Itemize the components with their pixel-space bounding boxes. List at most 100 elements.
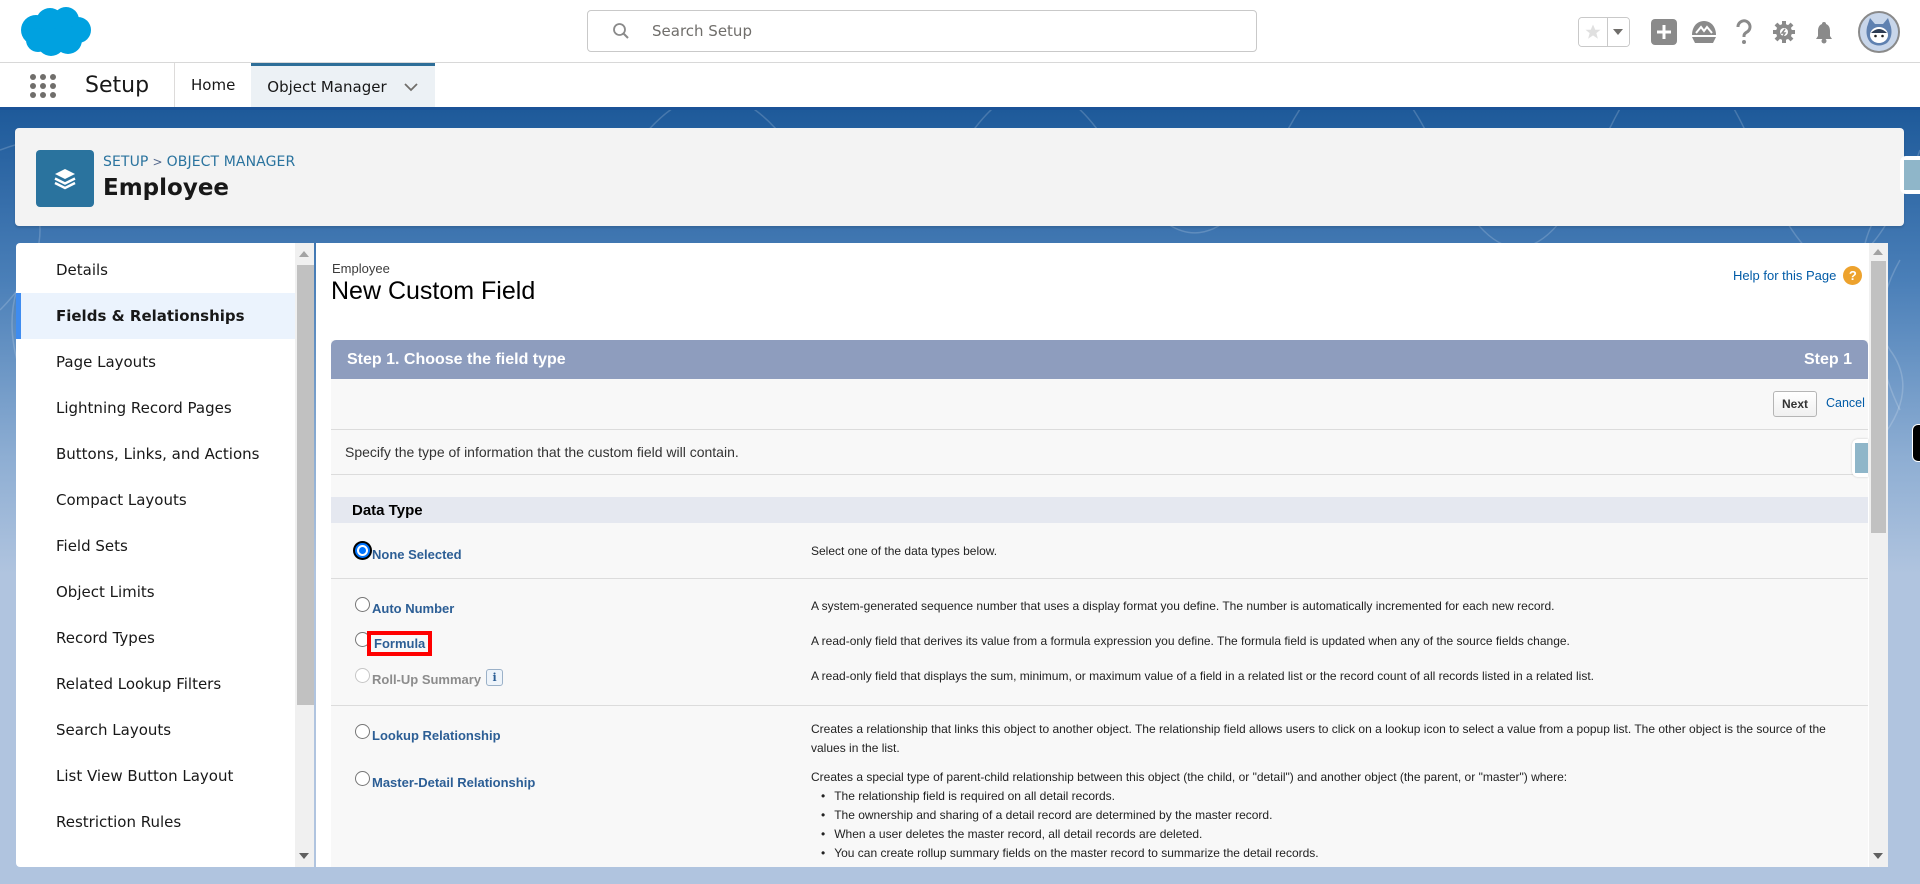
context-nav: Setup Home Object Manager [0,63,1920,110]
sidebar-item-fields-relationships[interactable]: Fields & Relationships [16,293,295,339]
cancel-link[interactable]: Cancel [1826,396,1865,410]
option-description: Creates a special type of parent-child r… [811,768,1841,863]
sidebar-scrollbar[interactable] [295,243,314,867]
scroll-down-arrow-icon[interactable] [1873,853,1883,859]
side-panel-toggle[interactable] [1852,439,1868,477]
global-header [0,0,1920,63]
object-title: Employee [103,175,230,201]
sidebar-item-compact-layouts[interactable]: Compact Layouts [16,477,295,523]
sidebar-item-page-layouts[interactable]: Page Layouts [16,339,295,385]
breadcrumb-separator: > [152,155,163,169]
global-actions-plus-icon[interactable] [1650,18,1678,46]
sidebar-scrollbar-thumb[interactable] [297,265,314,705]
main-scrollbar[interactable] [1869,243,1888,867]
sidebar-item-label: Restriction Rules [56,813,182,831]
master-detail-description: Creates a special type of parent-child r… [811,770,1568,784]
option-lookup-relationship[interactable]: Lookup Relationship [355,724,501,743]
sidebar-item-label: Field Sets [56,537,128,555]
next-button[interactable]: Next [1773,391,1817,417]
radio-lookup-relationship[interactable] [355,724,370,739]
step-header: Step 1. Choose the field type Step 1 [331,340,1868,379]
sidebar-item-record-types[interactable]: Record Types [16,615,295,661]
option-label[interactable]: Auto Number [372,601,454,616]
sidebar-item-label: Search Layouts [56,721,172,739]
trailhead-icon[interactable] [1690,18,1718,46]
divider [331,705,1868,706]
sidebar-item-label: Page Layouts [56,353,156,371]
notifications-bell-icon[interactable] [1810,18,1838,46]
option-roll-up-summary[interactable]: Roll-Up Summary i [355,667,504,687]
favorites-star-icon[interactable] [1579,18,1608,46]
radio-roll-up-summary [355,668,370,683]
tab-object-manager[interactable]: Object Manager [251,63,435,107]
floating-side-tab[interactable] [1912,424,1920,462]
sidebar-item-list-view-button-layout[interactable]: List View Button Layout [16,753,295,799]
info-icon[interactable]: i [486,669,504,686]
sidebar-item-field-sets[interactable]: Field Sets [16,523,295,569]
option-master-detail-relationship[interactable]: Master-Detail Relationship [355,771,535,790]
search-icon [612,22,630,40]
setup-gear-icon[interactable] [1770,18,1798,46]
option-label[interactable]: Formula [366,631,433,656]
radio-master-detail-relationship[interactable] [355,771,370,786]
scroll-up-arrow-icon[interactable] [299,251,309,257]
sidebar-item-restriction-rules[interactable]: Restriction Rules [16,799,295,845]
step-block: Step 1. Choose the field type Step 1 Nex… [331,340,1868,867]
scroll-down-arrow-icon[interactable] [299,853,309,859]
option-none-selected[interactable]: None Selected [355,543,462,562]
step-indicator: Step 1 [1803,350,1852,368]
salesforce-logo[interactable] [18,6,94,58]
sidebar-item-object-limits[interactable]: Object Limits [16,569,295,615]
bullet-item: When a user deletes the master record, a… [821,825,1841,844]
app-launcher-icon[interactable] [28,71,58,101]
sidebar-item-label: Details [56,261,109,279]
sidebar-item-search-layouts[interactable]: Search Layouts [16,707,295,753]
object-manager-sidebar: Details Fields & Relationships Page Layo… [16,243,314,867]
help-question-icon: ? [1843,266,1863,285]
breadcrumb-object-manager[interactable]: OBJECT MANAGER [167,154,296,170]
option-description: Select one of the data types below. [811,544,998,558]
sidebar-item-details[interactable]: Details [16,247,295,293]
search-input[interactable] [652,19,1232,43]
object-header: SETUP > OBJECT MANAGER Employee [15,128,1904,226]
step-title: Step 1. Choose the field type [347,350,566,368]
tab-object-manager-label: Object Manager [267,77,387,96]
search-box[interactable] [587,10,1257,52]
scroll-up-arrow-icon[interactable] [1873,249,1883,255]
sidebar-item-label: Object Limits [56,583,155,601]
data-type-header: Data Type [331,497,1868,523]
sidebar-item-label: Record Types [56,629,155,647]
option-auto-number[interactable]: Auto Number [355,597,454,616]
sidebar-item-label: Related Lookup Filters [56,675,222,693]
sidebar-item-label: List View Button Layout [56,767,234,785]
radio-none-selected[interactable] [355,543,370,558]
option-formula[interactable]: Formula [355,631,433,656]
help-for-this-page-link[interactable]: Help for this Page ? [1733,266,1863,285]
sidebar-item-buttons-links-actions[interactable]: Buttons, Links, and Actions [16,431,295,477]
favorites-dropdown-icon[interactable] [1607,18,1629,46]
option-label[interactable]: None Selected [372,547,462,562]
breadcrumb-setup[interactable]: SETUP [103,154,148,170]
step-button-bar: Next Cancel [331,379,1868,477]
utility-panel-toggle[interactable] [1900,156,1920,194]
chevron-down-icon[interactable] [403,79,419,95]
radio-formula[interactable] [355,632,370,647]
sidebar-item-related-lookup-filters[interactable]: Related Lookup Filters [16,661,295,707]
sidebar-item-lightning-record-pages[interactable]: Lightning Record Pages [16,385,295,431]
user-avatar[interactable] [1858,11,1900,53]
option-description: A system-generated sequence number that … [811,599,1555,613]
help-link-label: Help for this Page [1733,268,1837,283]
divider [331,578,1868,579]
help-question-icon[interactable] [1730,18,1758,46]
sidebar-item-label: Buttons, Links, and Actions [56,445,260,463]
bullet-item: The relationship field is required on al… [821,787,1841,806]
option-label: Roll-Up Summary [372,672,482,687]
option-label[interactable]: Lookup Relationship [372,728,501,743]
radio-auto-number[interactable] [355,597,370,612]
breadcrumb: SETUP > OBJECT MANAGER [103,154,295,170]
favorites-group [1578,17,1630,47]
tab-home[interactable]: Home [175,63,251,107]
option-label[interactable]: Master-Detail Relationship [372,775,535,790]
main-scrollbar-thumb[interactable] [1871,261,1886,533]
page-title: New Custom Field [331,277,536,305]
